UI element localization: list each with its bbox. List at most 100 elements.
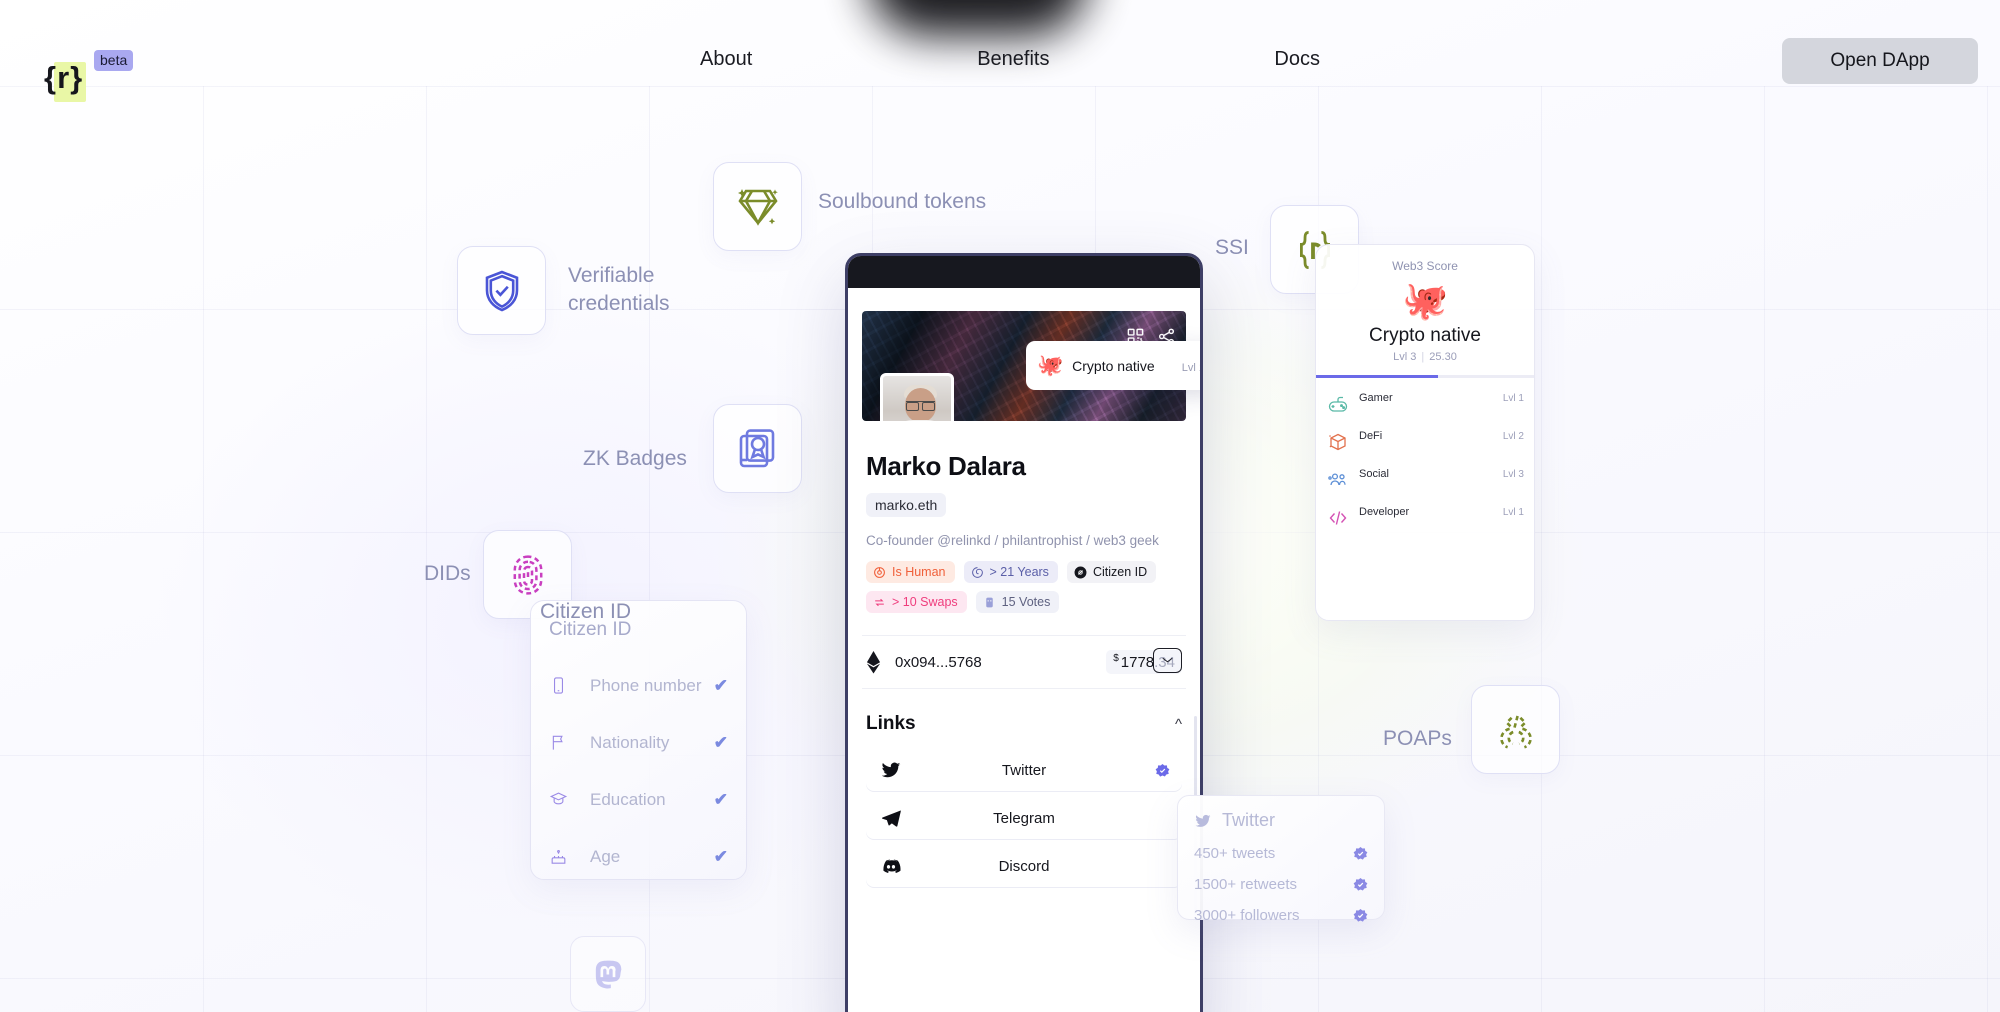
- feature-tile-poaps[interactable]: [1471, 685, 1560, 774]
- verified-badge-icon: [1353, 846, 1368, 860]
- logo[interactable]: {r} beta: [22, 30, 142, 102]
- chip-label: Citizen ID: [1092, 565, 1148, 579]
- web3-score-header: Web3 Score 🐙 Crypto native Lvl 3 | 25.30: [1316, 245, 1534, 363]
- check-icon: ✔: [713, 846, 728, 866]
- swap-icon: [873, 596, 886, 609]
- ethereum-icon: [866, 651, 881, 674]
- twitter-stat-row: 3000+ followers: [1194, 907, 1368, 924]
- chip-votes[interactable]: 15 Votes: [975, 591, 1060, 613]
- profile-ens-name[interactable]: marko.eth: [866, 493, 947, 517]
- link-row-telegram[interactable]: Telegram: [866, 797, 1182, 839]
- score-label: Gamer: [1359, 392, 1393, 404]
- profile-details: Marko Dalara marko.eth Co-founder @relin…: [848, 421, 1200, 613]
- link-row-discord[interactable]: Discord: [866, 845, 1182, 887]
- feature-label-soulbound-tokens: Soulbound tokens: [818, 190, 987, 213]
- score-row-defi[interactable]: DeFi Lvl 2: [1326, 424, 1524, 462]
- links-list: Twitter Telegram Discord: [848, 749, 1200, 887]
- crypto-native-badge-popup: 🐙 Crypto native Lvl 1: [1026, 341, 1203, 390]
- citizen-id-panel: Citizen ID Phone number ✔ Nationality ✔ …: [530, 600, 747, 880]
- badge-popup-level: Lvl 1: [1181, 361, 1203, 374]
- twitter-popup-title: Twitter: [1222, 810, 1276, 830]
- verified-badge-icon: [1155, 763, 1170, 778]
- score-row-developer[interactable]: Developer Lvl 1: [1326, 500, 1524, 538]
- citizen-id-label: Education: [590, 789, 666, 809]
- feature-tile-soulbound-tokens[interactable]: [713, 162, 802, 251]
- twitter-stat-label: 450+ tweets: [1194, 845, 1276, 862]
- fingerprint-chip-icon: [873, 566, 886, 579]
- badge-popup-name: Crypto native: [1072, 357, 1155, 374]
- chevron-up-icon[interactable]: ^: [1175, 716, 1182, 733]
- twitter-stat-label: 3000+ followers: [1194, 907, 1300, 924]
- feature-label-verifiable-credentials: Verifiable credentials: [568, 264, 670, 316]
- links-title: Links: [866, 713, 916, 734]
- feature-label-zk-badges: ZK Badges: [583, 447, 687, 470]
- avatar: [880, 373, 954, 421]
- twitter-stat-row: 1500+ retweets: [1194, 876, 1368, 893]
- code-icon: [1326, 506, 1350, 530]
- links-section-header[interactable]: Links ^: [848, 713, 1200, 735]
- nav-item-benefits[interactable]: Benefits: [977, 48, 1049, 71]
- open-dapp-button[interactable]: Open DApp: [1782, 38, 1978, 84]
- nav-item-docs[interactable]: Docs: [1274, 48, 1320, 71]
- feature-label-ssi: SSI: [1215, 236, 1249, 259]
- score-level: Lvl 2: [1502, 431, 1524, 442]
- octopus-icon: 🐙: [1401, 280, 1449, 321]
- profile-name: Marko Dalara: [866, 451, 1026, 481]
- link-label: Discord: [998, 857, 1050, 875]
- check-icon: ✔: [713, 732, 728, 752]
- link-label: Telegram: [993, 809, 1055, 827]
- score-level: Lvl 1: [1502, 507, 1524, 518]
- feature-label-dids: DIDs: [424, 562, 471, 585]
- score-row-social[interactable]: Social Lvl 3: [1326, 462, 1524, 500]
- feature-tile-zk-badges[interactable]: [713, 404, 802, 493]
- wallet-row[interactable]: 0x094...5768 $1778.34: [862, 635, 1186, 689]
- feature-tile-verifiable-credentials[interactable]: [457, 246, 546, 335]
- chip-label: > 21 Years: [989, 565, 1049, 579]
- twitter-stats-popup: Twitter 450+ tweets 1500+ retweets 3000+…: [1177, 795, 1385, 924]
- citizen-id-row-nationality[interactable]: Nationality ✔: [549, 714, 728, 771]
- landing-page: {r} beta About Benefits Docs Open DApp S…: [0, 0, 2000, 1012]
- logo-text: {r}: [44, 60, 84, 95]
- message-button[interactable]: [1153, 648, 1182, 673]
- citizen-id-label: Age: [590, 846, 621, 866]
- nav-item-about[interactable]: About: [700, 48, 752, 71]
- chip-is-human[interactable]: Is Human: [866, 561, 955, 583]
- score-row-gamer[interactable]: Gamer Lvl 1: [1326, 386, 1524, 424]
- link-row-twitter[interactable]: Twitter: [866, 749, 1182, 791]
- mastodon-tile[interactable]: [570, 936, 646, 1012]
- chip-label: 15 Votes: [1001, 595, 1051, 609]
- profile-bio: Co-founder @relinkd / philantrophist / w…: [866, 533, 1159, 548]
- envelope-icon: [1162, 657, 1173, 662]
- check-icon: ✔: [713, 789, 728, 809]
- web3-score-level: Lvl 3: [1393, 351, 1417, 363]
- web3-score-value: 25.30: [1429, 351, 1457, 363]
- web3-score-title: Web3 Score: [1392, 259, 1458, 273]
- twitter-stat-row: 450+ tweets: [1194, 845, 1368, 862]
- score-label: Social: [1359, 468, 1389, 480]
- link-label: Twitter: [1001, 761, 1047, 779]
- clipboard-badge-icon: [739, 428, 774, 467]
- web3-score-rank-name: Crypto native: [1369, 325, 1481, 346]
- flag-icon: [552, 735, 563, 750]
- main-nav: About Benefits Docs: [700, 48, 1320, 71]
- citizen-id-row-phone-number[interactable]: Phone number ✔: [549, 657, 728, 714]
- swirl-icon: [971, 566, 984, 579]
- graduation-cap-icon: [549, 792, 568, 805]
- octopus-icon: 🐙: [1037, 353, 1064, 377]
- profile-badge-chips: Is Human > 21 Years Citizen ID > 10 Swap…: [866, 561, 1182, 613]
- chip-citizen-id[interactable]: Citizen ID: [1066, 561, 1157, 583]
- shield-check-icon: [485, 270, 518, 311]
- citizen-id-label: Nationality: [590, 732, 670, 752]
- verified-badge-icon: [1353, 908, 1368, 922]
- dark-circle-icon: [1074, 566, 1087, 579]
- citizen-id-row-education[interactable]: Education ✔: [549, 771, 728, 828]
- phone-status-bar: [848, 256, 1200, 288]
- chip-swaps[interactable]: > 10 Swaps: [866, 591, 967, 613]
- verified-badge-icon: [1353, 877, 1368, 891]
- wallet-address: 0x094...5768: [895, 653, 982, 671]
- chip-age-over-21[interactable]: > 21 Years: [963, 561, 1058, 583]
- currency-symbol: $: [1113, 653, 1119, 664]
- citizen-id-row-age[interactable]: Age ✔: [549, 828, 728, 885]
- twitter-stat-label: 1500+ retweets: [1194, 876, 1297, 893]
- chip-label: > 10 Swaps: [892, 595, 958, 609]
